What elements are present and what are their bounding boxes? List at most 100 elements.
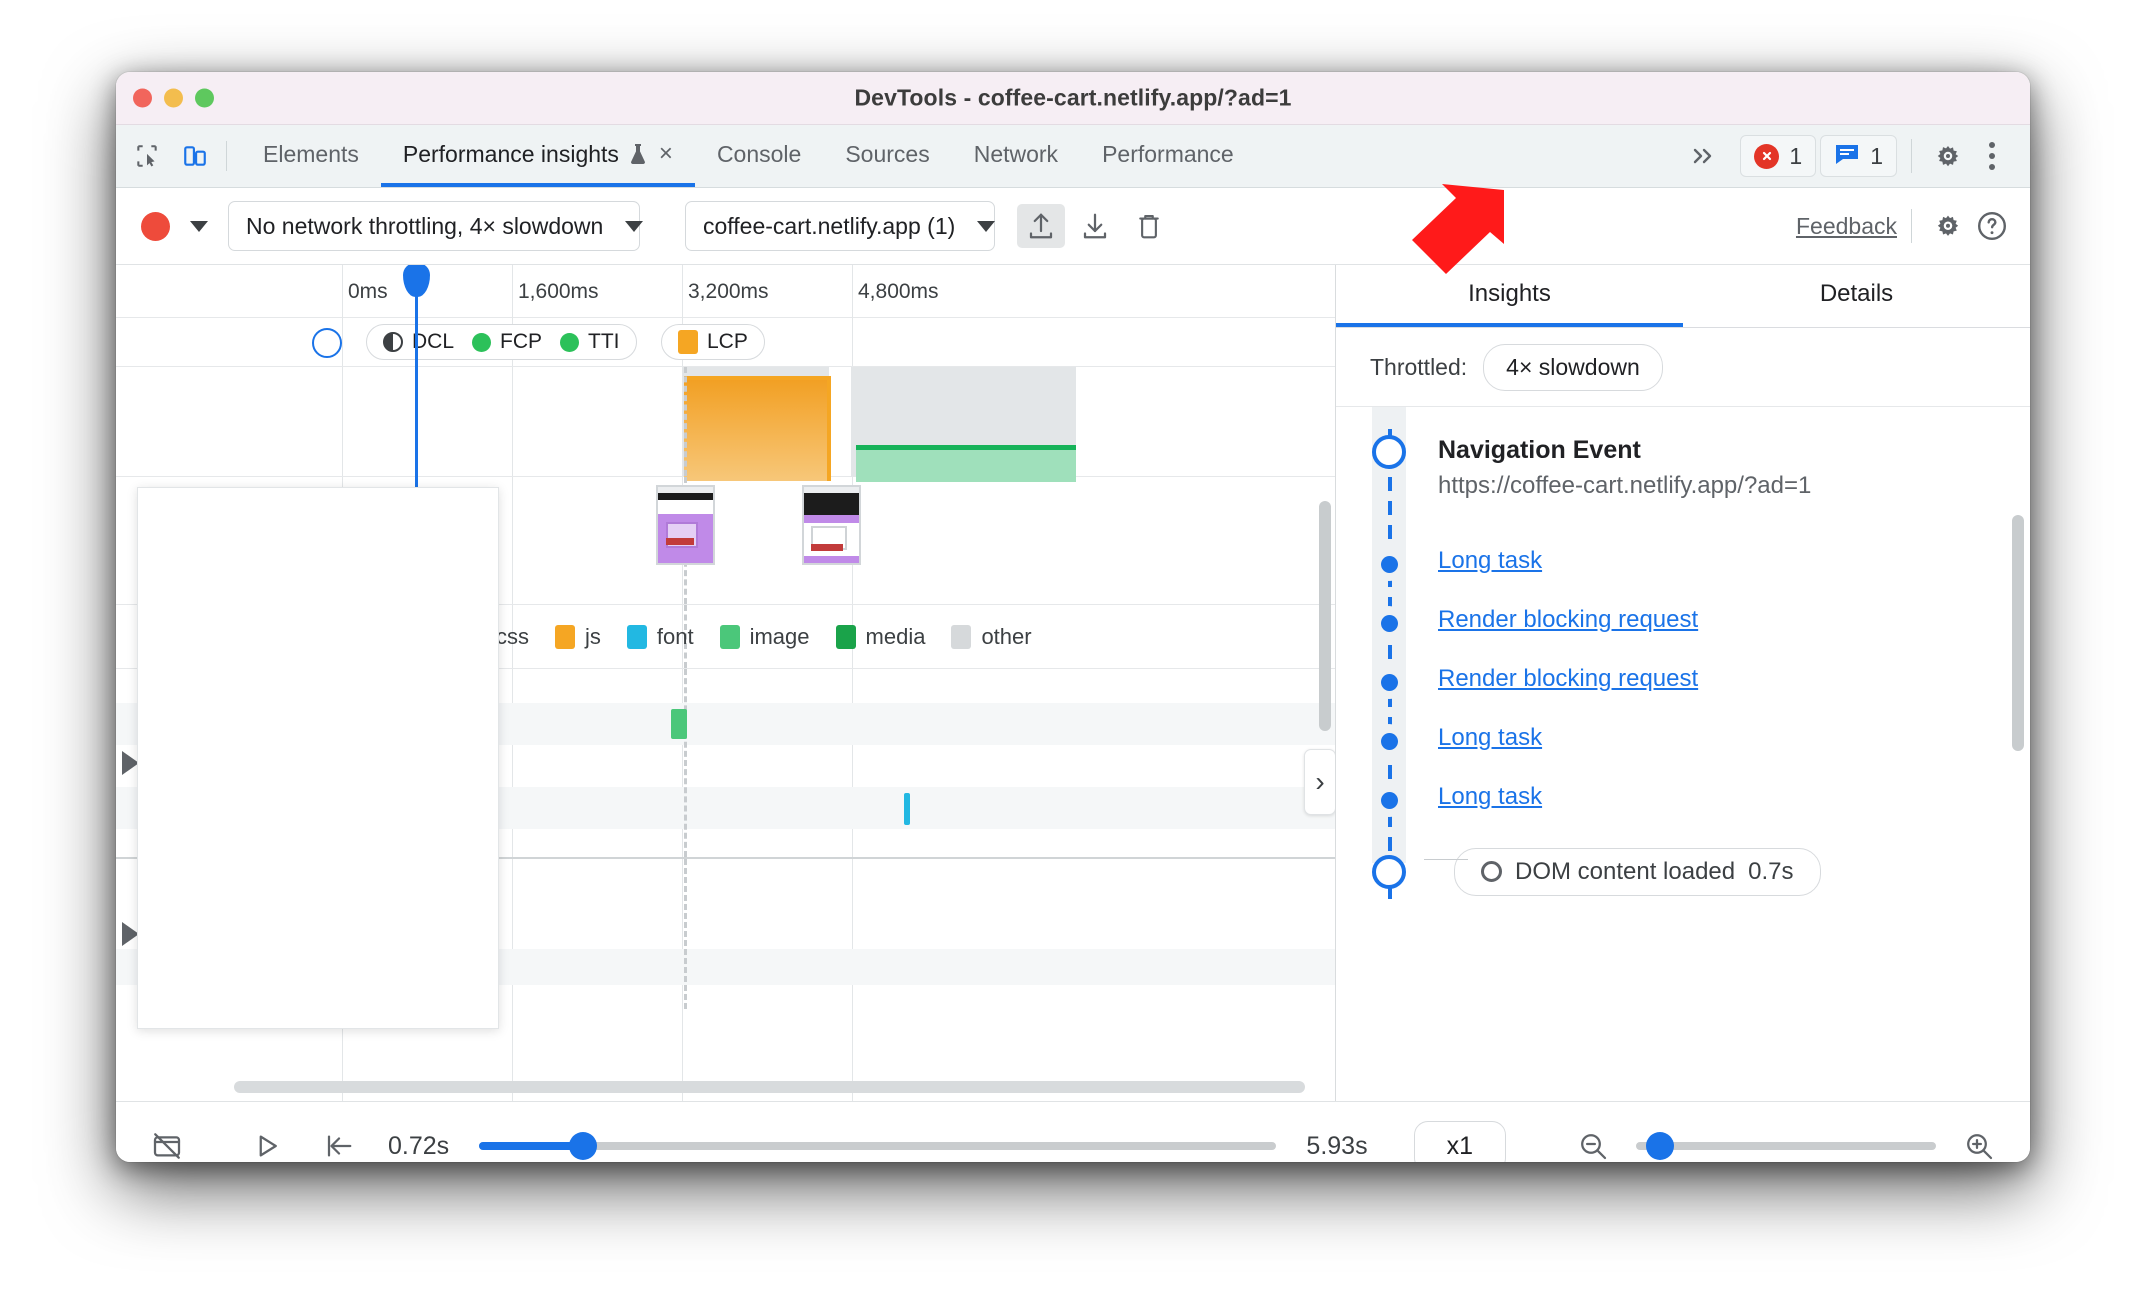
play-icon[interactable] (238, 1119, 296, 1162)
toolbar-right-actions: Feedback (1796, 204, 2014, 248)
marker-partial-left (312, 328, 342, 358)
device-toolbar-icon[interactable] (178, 141, 212, 171)
tab-elements[interactable]: Elements (241, 125, 381, 187)
marker-label: DCL (412, 330, 455, 353)
chevron-right-icon: › (1315, 766, 1325, 797)
insight-link[interactable]: Long task (1438, 724, 1542, 751)
throttling-value: No network throttling, 4× slowdown (246, 212, 604, 239)
end-time-label: 5.93s (1306, 1131, 1368, 1160)
event-node-icon (1372, 606, 1406, 640)
tab-label: Sources (845, 140, 930, 167)
insight-long-task-3[interactable]: Long task (1372, 783, 2030, 842)
marker-pill-dcl-fcp-tti[interactable]: DCL FCP TTI (366, 324, 637, 360)
legend-item-image: image (719, 623, 810, 650)
sidebar-collapse-handle[interactable]: › (1304, 749, 1335, 815)
experiment-flask-icon (628, 142, 648, 166)
marker-pill-lcp[interactable]: LCP (661, 324, 765, 360)
insight-long-task-2[interactable]: Long task (1372, 724, 2030, 783)
tab-close-icon[interactable]: × (659, 142, 673, 166)
timeline-panel[interactable]: 0ms 1,600ms 3,200ms 4,800ms DCL FCP TTI … (116, 265, 1336, 1101)
issues-count: 1 (1870, 142, 1883, 169)
performance-toolbar: No network throttling, 4× slowdown coffe… (116, 188, 2030, 265)
insight-dom-content-loaded[interactable]: DOM content loaded 0.7s (1372, 842, 2030, 901)
legend-item-js: js (555, 624, 601, 650)
dom-content-loaded-chip[interactable]: DOM content loaded 0.7s (1454, 847, 1821, 896)
upload-icon[interactable] (1017, 204, 1065, 248)
more-vertical-icon[interactable] (1970, 134, 2014, 178)
feedback-link[interactable]: Feedback (1796, 213, 1897, 240)
timeline-horizontal-scrollbar[interactable] (234, 1081, 1305, 1093)
issues-icon (1834, 142, 1860, 171)
filmstrip-thumbnail[interactable] (802, 485, 861, 565)
insight-link[interactable]: Long task (1438, 783, 1542, 810)
legend-label: css (496, 623, 529, 649)
lcp-swatch-icon (678, 330, 698, 354)
tab-details[interactable]: Details (1683, 265, 2030, 327)
throttled-chip: 4× slowdown (1483, 343, 1663, 391)
legend-label: other (981, 623, 1032, 649)
event-node-icon (1372, 547, 1406, 581)
network-request-bar[interactable] (904, 793, 910, 825)
record-button[interactable] (141, 211, 170, 241)
playback-speed-chip[interactable]: x1 (1413, 1120, 1506, 1162)
zoom-out-icon[interactable] (1564, 1119, 1622, 1162)
insight-navigation-event[interactable]: Navigation Event https://coffee-cart.net… (1372, 435, 2030, 547)
tab-performance[interactable]: Performance (1080, 125, 1256, 187)
ruler-tick: 4,800ms (858, 280, 939, 303)
ruler-tick: 0ms (348, 280, 388, 303)
actions-divider (1911, 139, 1912, 173)
timeline-vertical-scrollbar[interactable] (1319, 501, 1331, 731)
annotation-cursor-arrow (1386, 178, 1526, 303)
sidebar-tab-label: Details (1819, 280, 1894, 307)
insight-link[interactable]: Render blocking request (1438, 665, 1698, 692)
legend-label: media (865, 623, 926, 649)
throttled-label: Throttled: (1370, 353, 1468, 380)
insight-render-blocking-1[interactable]: Render blocking request (1372, 606, 2030, 665)
tab-performance-insights[interactable]: Performance insights × (380, 125, 695, 187)
download-icon[interactable] (1071, 204, 1119, 248)
sidebar-vertical-scrollbar[interactable] (2012, 515, 2024, 751)
milestone-label: DOM content loaded (1515, 857, 1736, 885)
track-main-activity[interactable] (116, 367, 1335, 482)
insight-link[interactable]: Render blocking request (1438, 606, 1698, 633)
main-body: 0ms 1,600ms 3,200ms 4,800ms DCL FCP TTI … (116, 265, 2030, 1101)
zoom-slider[interactable] (1636, 1132, 1936, 1160)
tab-sources[interactable]: Sources (823, 125, 951, 187)
throttling-select[interactable]: No network throttling, 4× slowdown (228, 201, 644, 251)
gear-icon[interactable] (1926, 204, 1970, 248)
trash-icon[interactable] (1125, 204, 1173, 248)
legend-label: font (656, 623, 694, 649)
event-node-icon (1372, 724, 1406, 758)
insight-long-task-1[interactable]: Long task (1372, 547, 2030, 606)
screenshots-off-icon[interactable] (138, 1119, 196, 1162)
legend-label: image (749, 623, 810, 649)
insights-sidebar: Insights Details Throttled: 4× slowdown (1336, 265, 2030, 1101)
more-tabs-icon[interactable] (1670, 144, 1736, 168)
timeline-marker-row[interactable]: DCL FCP TTI LCP (116, 266, 1335, 367)
marker-label: FCP (500, 330, 543, 353)
issues-count-badge[interactable]: 1 (1820, 135, 1897, 177)
tab-console[interactable]: Console (695, 125, 823, 187)
timeline-ruler[interactable]: 0ms 1,600ms 3,200ms 4,800ms (116, 265, 1335, 318)
jump-to-start-icon[interactable] (310, 1119, 368, 1162)
help-icon[interactable] (1970, 204, 2014, 248)
gear-icon[interactable] (1926, 134, 1970, 178)
tab-network[interactable]: Network (952, 125, 1080, 187)
insight-link[interactable]: Long task (1438, 547, 1542, 574)
devtools-window: DevTools - coffee-cart.netlify.app/?ad=1… (116, 72, 2030, 1162)
time-range-slider[interactable] (479, 1132, 1277, 1160)
error-count-badge[interactable]: 1 (1740, 135, 1817, 177)
page-select[interactable]: coffee-cart.netlify.app (1) (685, 201, 996, 251)
insights-timeline: Navigation Event https://coffee-cart.net… (1336, 407, 2030, 907)
insight-render-blocking-2[interactable]: Render blocking request (1372, 665, 2030, 724)
insight-title: Navigation Event (1438, 436, 1641, 464)
record-options-dropdown[interactable] (170, 220, 228, 232)
inspect-icon[interactable] (130, 141, 164, 171)
milestone-node-icon (1372, 854, 1406, 889)
zoom-in-icon[interactable] (1950, 1119, 2008, 1162)
filmstrip-thumbnail[interactable] (656, 485, 715, 565)
js-swatch-icon (555, 624, 575, 649)
legend-item-font: font (626, 623, 694, 650)
chevron-down-icon (977, 220, 996, 232)
network-request-bar[interactable] (671, 709, 687, 739)
